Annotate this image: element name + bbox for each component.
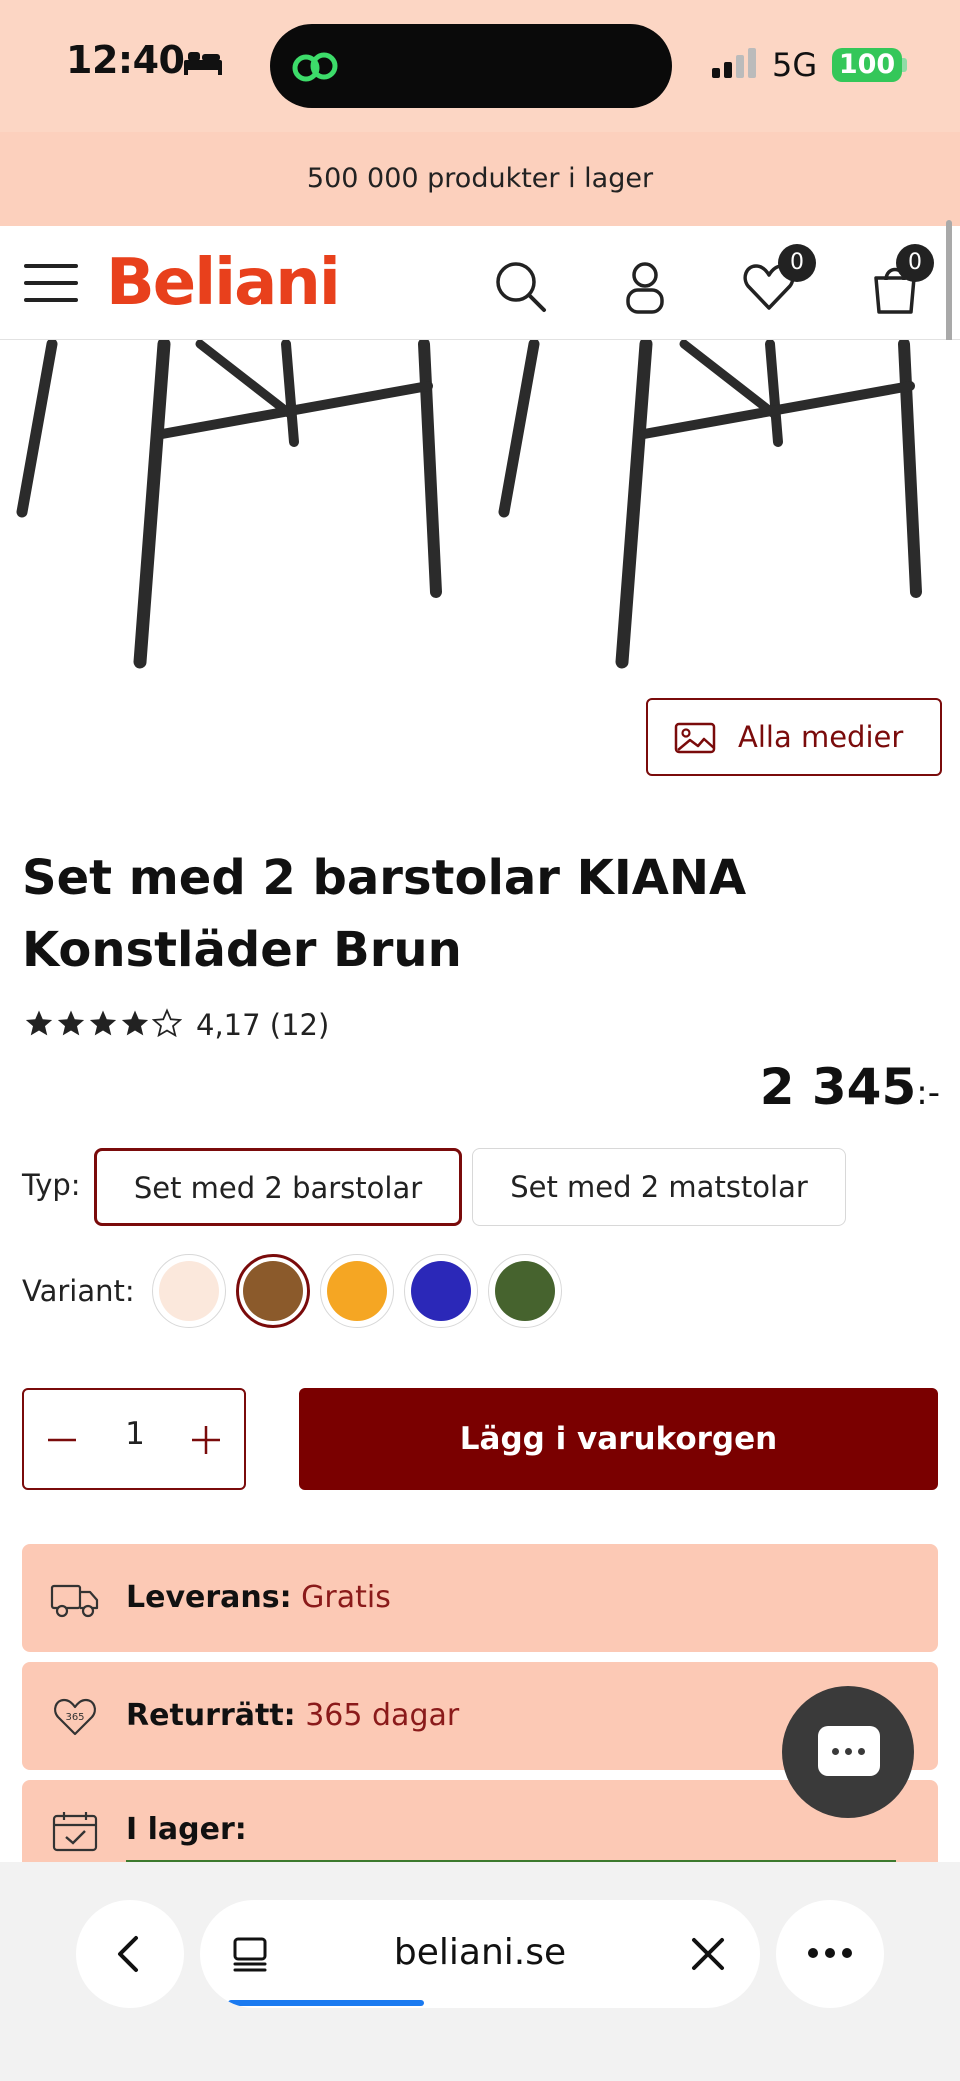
calendar-check-icon	[52, 1812, 98, 1852]
delivery-info: Leverans: Gratis	[22, 1544, 938, 1652]
svg-text:365: 365	[65, 1712, 84, 1723]
product-title: Set med 2 barstolar KIANA Konstläder Bru…	[22, 850, 747, 978]
type-option-matstolar[interactable]: Set med 2 matstolar	[472, 1148, 846, 1226]
status-bar: 12:40 5G 100	[0, 0, 960, 132]
link-app-icon	[292, 52, 338, 82]
truck-icon	[50, 1584, 99, 1618]
cellular-signal-icon	[712, 48, 756, 78]
address-bar[interactable]: beliani.se	[200, 1900, 760, 2008]
star-rating[interactable]	[24, 1008, 182, 1044]
quantity-value[interactable]: 1	[110, 1416, 160, 1452]
star-full-icon	[89, 1010, 117, 1036]
plus-icon[interactable]	[184, 1418, 228, 1462]
beliani-logo[interactable]: Beliani	[106, 242, 358, 320]
variant-swatch-blue[interactable]	[404, 1254, 478, 1328]
delivery-text: Leverans: Gratis	[126, 1580, 391, 1615]
variant-swatch-green[interactable]	[488, 1254, 562, 1328]
promo-banner: 500 000 produkter i lager	[0, 132, 960, 226]
back-button[interactable]	[76, 1900, 184, 2008]
delivery-label: Leverans:	[126, 1580, 292, 1615]
account-icon[interactable]	[616, 258, 674, 316]
chevron-left-icon	[118, 1936, 138, 1972]
quantity-stepper: 1	[22, 1388, 246, 1490]
url-text[interactable]: beliani.se	[200, 1932, 760, 1973]
sleep-focus-icon	[184, 52, 222, 75]
variant-swatch-cream[interactable]	[152, 1254, 226, 1328]
page-load-progress	[228, 2000, 424, 2006]
star-empty-icon	[152, 1008, 182, 1038]
search-icon[interactable]	[492, 258, 550, 316]
menu-icon[interactable]	[24, 262, 78, 304]
product-price: 2 345:-	[600, 1058, 940, 1116]
cart-count-badge: 0	[896, 244, 934, 282]
price-suffix: :-	[916, 1073, 940, 1113]
status-time: 12:40	[66, 38, 185, 82]
battery-tip	[902, 58, 907, 72]
stock-text: I lager:	[126, 1812, 247, 1847]
all-media-button[interactable]: Alla medier	[646, 698, 942, 776]
product-image[interactable]	[0, 340, 960, 670]
browser-toolbar: beliani.se	[0, 1862, 960, 2081]
image-icon	[674, 722, 716, 754]
svg-text:Beliani: Beliani	[106, 246, 339, 320]
more-button[interactable]	[776, 1900, 884, 2008]
type-option-barstolar[interactable]: Set med 2 barstolar	[94, 1148, 462, 1226]
star-full-icon	[57, 1010, 85, 1036]
return-value: 365 dagar	[305, 1698, 460, 1733]
minus-icon[interactable]	[40, 1418, 84, 1462]
star-full-icon	[121, 1010, 149, 1036]
close-icon[interactable]	[690, 1936, 726, 1972]
network-type: 5G	[772, 46, 818, 84]
variant-swatch-brown[interactable]	[236, 1254, 310, 1328]
variant-swatch-yellow[interactable]	[320, 1254, 394, 1328]
variant-label: Variant:	[22, 1274, 135, 1308]
chat-bubble-icon	[818, 1726, 880, 1776]
type-label: Typ:	[22, 1168, 81, 1202]
rating-text[interactable]: 4,17 (12)	[196, 1008, 329, 1042]
site-header: Beliani 0 0	[0, 226, 960, 340]
all-media-label: Alla medier	[738, 720, 904, 754]
delivery-value: Gratis	[301, 1580, 391, 1615]
more-dots-icon	[808, 1948, 852, 1958]
stock-label: I lager:	[126, 1812, 247, 1847]
return-text: Returrätt: 365 dagar	[126, 1698, 459, 1733]
add-to-cart-button[interactable]: Lägg i varukorgen	[299, 1388, 938, 1490]
price-value: 2 345	[759, 1058, 917, 1116]
star-full-icon	[25, 1010, 53, 1036]
wishlist-count-badge: 0	[778, 244, 816, 282]
return-label: Returrätt:	[126, 1698, 296, 1733]
chat-button[interactable]	[782, 1686, 914, 1818]
battery-indicator: 100	[832, 48, 902, 82]
return-365-icon: 365	[54, 1698, 96, 1736]
